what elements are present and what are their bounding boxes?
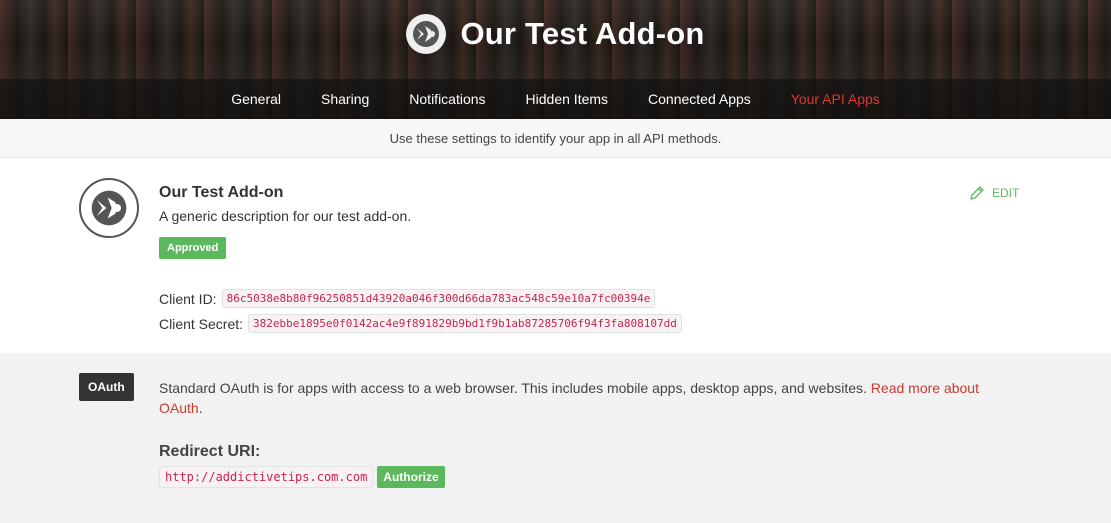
app-card: Our Test Add-on A generic description fo… xyxy=(0,158,1111,353)
addon-logo-icon xyxy=(406,14,447,54)
client-id-label: Client ID: xyxy=(159,290,217,307)
settings-nav: General Sharing Notifications Hidden Ite… xyxy=(0,79,1111,119)
header-title-row: Our Test Add-on xyxy=(0,13,1111,55)
app-description: A generic description for our test add-o… xyxy=(159,208,412,224)
authorize-button[interactable]: Authorize xyxy=(377,466,445,488)
tab-hidden-items[interactable]: Hidden Items xyxy=(506,91,628,107)
tab-sharing[interactable]: Sharing xyxy=(301,91,389,107)
settings-hint-text: Use these settings to identify your app … xyxy=(389,130,722,146)
tab-connected-apps[interactable]: Connected Apps xyxy=(628,91,771,107)
client-id-row: Client ID: 86c5038e8b80f96250851d43920a0… xyxy=(159,289,656,308)
client-secret-row: Client Secret: 382ebbe1895e0f0142ac4e9f8… xyxy=(159,314,682,333)
oauth-section: OAuth Standard OAuth is for apps with ac… xyxy=(0,353,1111,523)
pencil-icon xyxy=(970,186,984,200)
tab-your-api-apps[interactable]: Your API Apps xyxy=(771,91,900,107)
settings-hint: Use these settings to identify your app … xyxy=(0,119,1111,158)
redirect-uri-row: http://addictivetips.com.com Authorize xyxy=(159,466,445,488)
oauth-description-block: Standard OAuth is for apps with access t… xyxy=(159,380,979,416)
redirect-uri-label: Redirect URI: xyxy=(159,443,261,460)
page-header: Our Test Add-on General Sharing Notifica… xyxy=(0,0,1111,119)
client-secret-value[interactable]: 382ebbe1895e0f0142ac4e9f891829b9bd1f9b1a… xyxy=(248,314,682,333)
tab-general[interactable]: General xyxy=(211,91,301,107)
client-secret-label: Client Secret: xyxy=(159,315,244,332)
tab-notifications[interactable]: Notifications xyxy=(389,91,505,107)
edit-button[interactable]: EDIT xyxy=(968,184,1019,202)
client-id-value[interactable]: 86c5038e8b80f96250851d43920a046f300d66da… xyxy=(221,289,656,308)
app-name: Our Test Add-on xyxy=(159,184,284,201)
app-logo-icon xyxy=(79,178,139,238)
status-badge: Approved xyxy=(159,237,227,259)
page-title: Our Test Add-on xyxy=(460,16,705,51)
oauth-badge: OAuth xyxy=(79,373,134,401)
oauth-description: Standard OAuth is for apps with access t… xyxy=(159,380,867,396)
redirect-uri-value[interactable]: http://addictivetips.com.com xyxy=(159,466,374,488)
edit-label: EDIT xyxy=(992,186,1020,200)
